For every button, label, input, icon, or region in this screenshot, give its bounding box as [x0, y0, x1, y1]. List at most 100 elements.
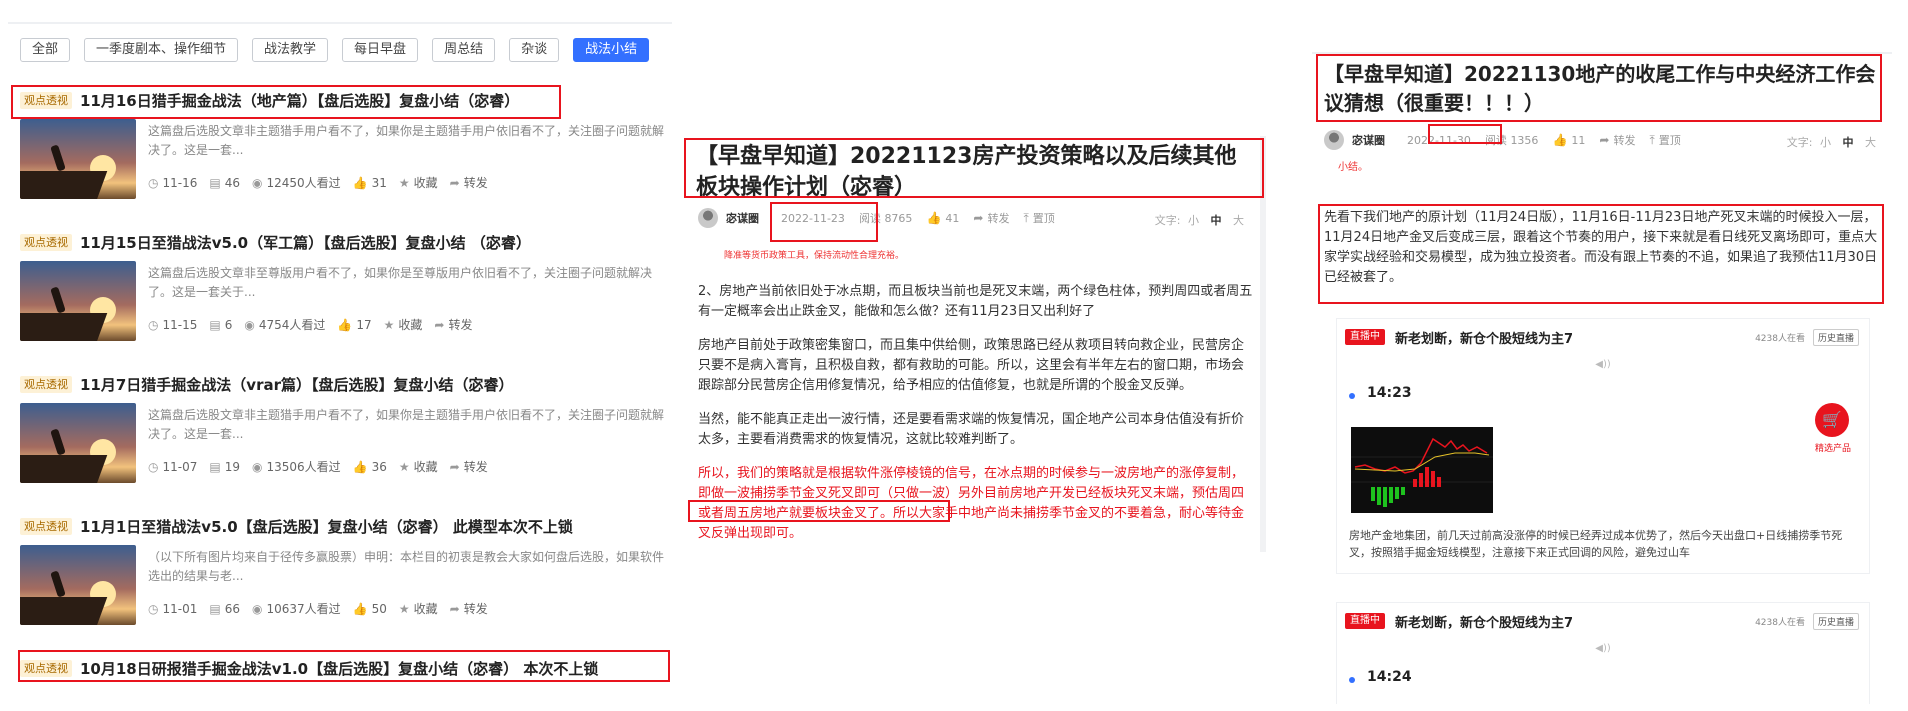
sound-icon[interactable]: ◀)) [1337, 359, 1869, 375]
view-count: 10637人看过 [266, 602, 341, 616]
article-detail-panel: 【早盘早知道】20221130地产的收尾工作与中央经济工作会议猜想（很重要！！！… [1312, 52, 1892, 704]
favorite-button[interactable]: ★ 收藏 [399, 458, 438, 475]
tab-tactics-teaching[interactable]: 战法教学 [252, 38, 329, 62]
opinion-badge: 观点透视 [20, 234, 72, 251]
stock-chart-image[interactable] [1351, 427, 1493, 513]
clock-icon: ◷ [148, 175, 159, 190]
font-small[interactable]: 小 [1188, 214, 1199, 227]
live-card[interactable]: 直播中 新老划断，新仓个股短线为主7 4238人在看 历史直播 ◀)) 14:2… [1336, 602, 1870, 704]
shopping-cart-icon[interactable]: 🛒 [1815, 403, 1849, 437]
article-summary: 这篇盘后选股文章非主题猎手用户看不了，如果你是主题猎手用户依旧看不了，关注圈子问… [148, 408, 665, 441]
sound-icon[interactable]: ◀)) [1337, 643, 1869, 659]
featured-products-label[interactable]: 精选产品 [1815, 441, 1851, 454]
avatar[interactable] [1324, 130, 1344, 150]
like-button[interactable]: 👍 50 [353, 602, 387, 616]
font-large[interactable]: 大 [1865, 136, 1876, 149]
star-icon: ★ [398, 459, 410, 474]
clock-icon: ◷ [148, 601, 159, 616]
share-icon: ➦ [434, 317, 445, 332]
comments[interactable]: ▤ 66 [209, 602, 240, 616]
article-meta: ◷ 11-16 ▤ 46 ◉ 12450人看过 👍 31 ★ 收藏 ➦ 转发 [148, 174, 500, 191]
article-thumbnail[interactable] [20, 261, 136, 341]
like-button[interactable]: 👍 11 [1552, 133, 1585, 147]
favorite-button[interactable]: ★ 收藏 [384, 316, 423, 333]
favorite-button[interactable]: ★ 收藏 [399, 174, 438, 191]
thumbs-up-icon: 👍 [926, 211, 942, 225]
font-medium[interactable]: 中 [1211, 214, 1222, 227]
pin-button[interactable]: ⤒ 置顶 [1023, 210, 1054, 226]
comments[interactable]: ▤ 46 [209, 176, 240, 190]
article-item[interactable]: 观点透视 11月15日至猎战法v5.0（军工篇）【盘后选股】复盘小结 （宓睿） 这… [8, 226, 672, 366]
highlight-box [688, 500, 950, 522]
eye-icon: ◉ [251, 175, 263, 190]
live-title[interactable]: 新老划断，新仓个股短线为主7 [1395, 328, 1573, 347]
clock-icon: ◷ [148, 459, 159, 474]
view-count: 12450人看过 [266, 176, 341, 190]
pin-button[interactable]: ⤒ 置顶 [1649, 132, 1680, 148]
highlight-box [1318, 204, 1884, 304]
like-button[interactable]: 👍 17 [337, 318, 371, 332]
like-button[interactable]: 👍 31 [353, 176, 387, 190]
tab-tactics-summary[interactable]: 战法小结 [573, 38, 650, 62]
divider [8, 22, 672, 24]
article-meta: ◷ 11-01 ▤ 66 ◉ 10637人看过 👍 50 ★ 收藏 ➦ 转发 [148, 600, 500, 617]
article-item[interactable]: 观点透视 11月1日至猎战法v5.0【盘后选股】复盘小结（宓睿） 此模型本次不上锁… [8, 510, 672, 650]
live-title[interactable]: 新老划断，新仓个股短线为主7 [1395, 612, 1573, 631]
font-small[interactable]: 小 [1820, 136, 1831, 149]
article-summary: 这篇盘后选股文章非至尊版用户看不了，如果你是至尊版用户依旧看不了，关注圈子问题就… [148, 266, 653, 299]
article-title[interactable]: 观点透视 11月1日至猎战法v5.0【盘后选股】复盘小结（宓睿） 此模型本次不上锁 [20, 515, 573, 539]
article-title[interactable]: 观点透视 11月7日猎手掘金战法（vrar篇）【盘后选股】复盘小结（宓睿） [20, 373, 514, 397]
article-title-text[interactable]: 11月7日猎手掘金战法（vrar篇）【盘后选股】复盘小结（宓睿） [80, 376, 514, 394]
author-name[interactable]: 宓谋圈 [1352, 132, 1385, 148]
share-icon: ➦ [449, 459, 460, 474]
article-thumbnail[interactable] [20, 545, 136, 625]
author-name[interactable]: 宓谋圈 [726, 210, 759, 226]
thumbs-up-icon: 👍 [337, 317, 353, 332]
comments[interactable]: ▤ 19 [209, 460, 240, 474]
font-medium[interactable]: 中 [1843, 136, 1854, 149]
star-icon: ★ [383, 317, 395, 332]
history-live-button[interactable]: 历史直播 [1812, 329, 1859, 346]
share-button[interactable]: ➦ 转发 [1599, 132, 1635, 148]
tab-weekly-summary[interactable]: 周总结 [432, 38, 496, 62]
avatar[interactable] [698, 208, 718, 228]
share-button[interactable]: ➦ 转发 [434, 316, 472, 333]
share-button[interactable]: ➦ 转发 [450, 458, 488, 475]
article-item[interactable]: 观点透视 11月7日猎手掘金战法（vrar篇）【盘后选股】复盘小结（宓睿） 这篇盘… [8, 368, 672, 508]
article-title-text[interactable]: 11月15日至猎战法v5.0（军工篇）【盘后选股】复盘小结 （宓睿） [80, 234, 531, 252]
live-badge: 直播中 [1345, 329, 1385, 345]
article-date: 11-07 [162, 459, 198, 474]
article-title-text[interactable]: 11月1日至猎战法v5.0【盘后选股】复盘小结（宓睿） 此模型本次不上锁 [80, 518, 573, 536]
live-card[interactable]: 直播中 新老划断，新仓个股短线为主7 4238人在看 历史直播 ◀)) 14:2… [1336, 318, 1870, 574]
tab-all[interactable]: 全部 [20, 38, 71, 62]
live-info: 4238人在看 历史直播 [1755, 329, 1859, 346]
tab-q1-script[interactable]: 一季度剧本、操作细节 [84, 38, 239, 62]
share-icon: ➦ [449, 175, 460, 190]
share-button[interactable]: ➦ 转发 [450, 174, 488, 191]
comments[interactable]: ▤ 6 [209, 318, 232, 332]
eye-icon: ◉ [251, 459, 263, 474]
like-button[interactable]: 👍 36 [353, 460, 387, 474]
comment-icon: ▤ [209, 317, 221, 332]
share-button[interactable]: ➦ 转发 [973, 210, 1009, 226]
policy-note: 降准等货币政策工具，保持流动性合理充裕。 [724, 251, 905, 261]
tab-daily-morning[interactable]: 每日早盘 [342, 38, 419, 62]
comment-icon: ▤ [209, 601, 221, 616]
history-live-button[interactable]: 历史直播 [1812, 613, 1859, 630]
article-thumbnail[interactable] [20, 403, 136, 483]
live-time: 14:23 [1367, 385, 1412, 401]
article-date: 11-16 [162, 175, 198, 190]
article-summary: （以下所有图片均来自于径传多赢股票）申明：本栏目的初衷是教会大家如何盘后选股，如… [148, 550, 665, 583]
article-thumbnail[interactable] [20, 119, 136, 199]
view-count: 4754人看过 [258, 318, 326, 332]
font-large[interactable]: 大 [1233, 214, 1244, 227]
like-button[interactable]: 👍 41 [926, 211, 959, 225]
star-icon: ★ [398, 175, 410, 190]
eye-icon: ◉ [244, 317, 255, 332]
share-button[interactable]: ➦ 转发 [450, 600, 488, 617]
favorite-button[interactable]: ★ 收藏 [399, 600, 438, 617]
tab-misc[interactable]: 杂谈 [509, 38, 560, 62]
author-bar: 宓谋圈 2022-11-30 阅读 1356 👍 11 ➦ 转发 ⤒ 置顶 [1324, 130, 1695, 150]
article-title[interactable]: 观点透视 11月15日至猎战法v5.0（军工篇）【盘后选股】复盘小结 （宓睿） [20, 231, 531, 255]
truncated-text: 小结。 [1338, 162, 1368, 173]
